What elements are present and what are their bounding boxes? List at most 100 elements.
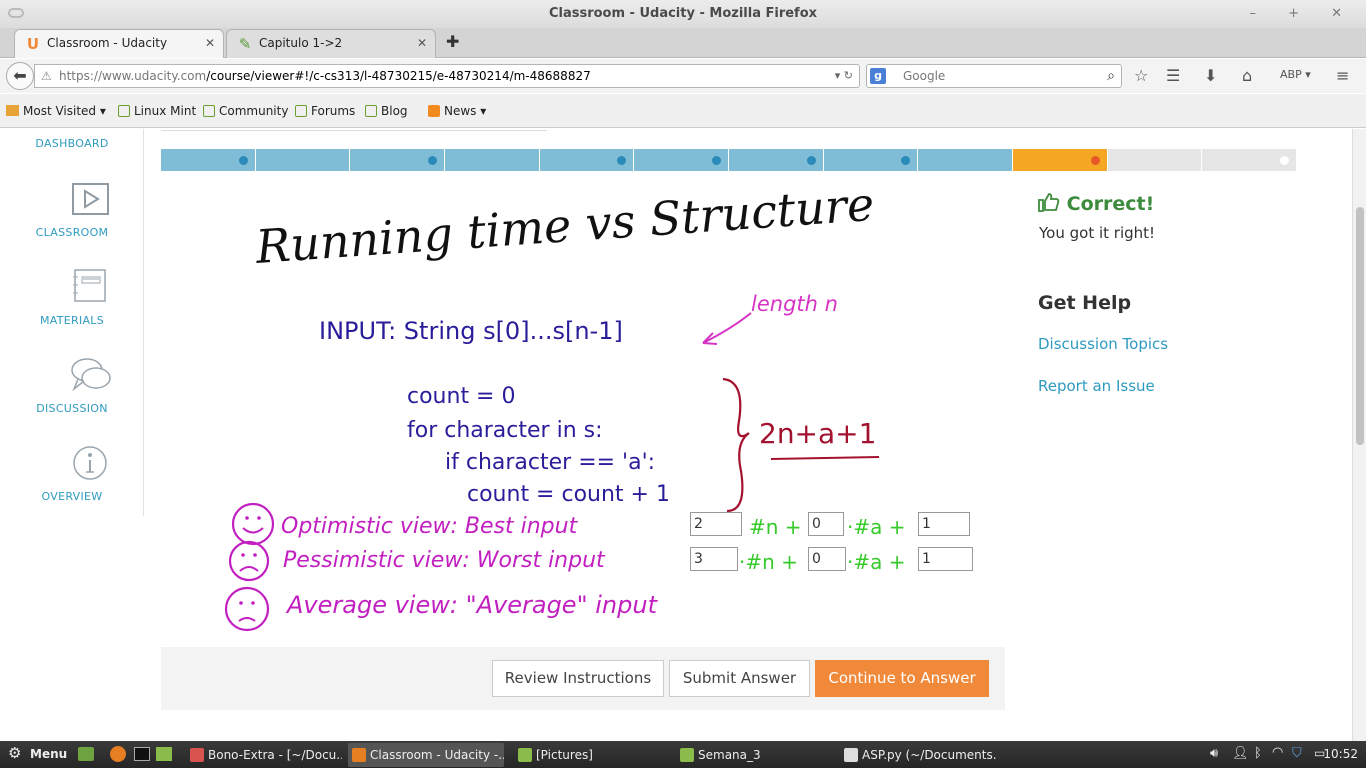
- tab-classroom-udacity[interactable]: U Classroom - Udacity ✕: [14, 29, 224, 58]
- progress-segment[interactable]: [1107, 149, 1202, 171]
- optimistic-constant-input[interactable]: [918, 512, 970, 536]
- page-content: DASHBOARD CLASSROOM MATERIALS DISCUSSION…: [0, 129, 1352, 741]
- info-icon: [73, 446, 107, 480]
- progress-dot: [1279, 156, 1289, 165]
- progress-dot: [1090, 156, 1100, 165]
- close-tab-icon[interactable]: ✕: [417, 30, 427, 57]
- continue-to-answer-button[interactable]: Continue to Answer: [815, 660, 989, 697]
- reload-icon[interactable]: ▾ ↻: [835, 65, 853, 87]
- close-tab-icon[interactable]: ✕: [205, 30, 215, 57]
- get-help-heading: Get Help: [1038, 292, 1132, 314]
- bookmark-most-visited[interactable]: Most Visited ▾: [6, 104, 106, 118]
- taskbar-window-asp-py[interactable]: ASP.py (~/Documents...: [840, 743, 996, 767]
- udacity-U-icon: U: [26, 35, 40, 53]
- sidebar-item-dashboard[interactable]: DASHBOARD: [0, 137, 144, 150]
- sidebar-item-materials[interactable]: MATERIALS: [0, 314, 144, 327]
- mint-icon: [365, 105, 377, 117]
- row2-term-n: ·#n +: [739, 550, 798, 574]
- reading-list-icon[interactable]: ☰: [1166, 66, 1180, 85]
- mint-icon: [203, 105, 215, 117]
- search-icon[interactable]: ⌕: [1107, 65, 1115, 87]
- lesson-progress-bar: [161, 149, 1297, 171]
- downloads-icon[interactable]: ⬇: [1204, 66, 1217, 85]
- menu-icon[interactable]: ≡: [1336, 66, 1349, 85]
- progress-segment[interactable]: [1013, 149, 1107, 171]
- taskbar-window-classroom[interactable]: Classroom - Udacity -...: [348, 743, 504, 767]
- optimistic-n-input[interactable]: [690, 512, 742, 536]
- tab-capitulo[interactable]: ✎ Capitulo 1->2 ✕: [226, 29, 436, 58]
- new-tab-button[interactable]: ✚: [446, 32, 459, 51]
- code-line-4: count = count + 1: [467, 482, 670, 507]
- rss-icon: [428, 105, 440, 117]
- progress-segment[interactable]: [539, 149, 634, 171]
- quiz-footer: Review Instructions Submit Answer Contin…: [161, 647, 1005, 710]
- pessimistic-n-input[interactable]: [690, 547, 738, 571]
- folder-icon: [518, 748, 532, 762]
- google-engine-icon[interactable]: g: [870, 68, 886, 84]
- adblock-icon[interactable]: ABP ▾: [1280, 68, 1311, 81]
- user-icon[interactable]: 👤︎: [1232, 746, 1249, 761]
- bookmark-star-icon[interactable]: ☆: [1134, 66, 1148, 85]
- home-icon[interactable]: ⌂: [1242, 66, 1252, 85]
- optimistic-a-input[interactable]: [808, 512, 844, 536]
- optimistic-view-label: Optimistic view: Best input: [281, 514, 579, 539]
- progress-segment[interactable]: [918, 149, 1012, 171]
- terminal-launcher-icon[interactable]: [134, 747, 150, 761]
- progress-segment[interactable]: [823, 149, 918, 171]
- url-bar[interactable]: ⚠ https://www.udacity.com/course/viewer#…: [34, 64, 860, 88]
- quiz-whiteboard: Running time vs Structure INPUT: String …: [161, 181, 1005, 647]
- pessimistic-a-input[interactable]: [808, 547, 846, 571]
- taskbar-window-pictures[interactable]: [Pictures]: [514, 743, 670, 767]
- firefox-launcher-icon[interactable]: [110, 746, 126, 762]
- taskbar-window-bono-extra[interactable]: Bono-Extra - [~/Docu...: [186, 743, 342, 767]
- window-controls[interactable]: – + ✕: [1249, 0, 1356, 28]
- review-instructions-button[interactable]: Review Instructions: [492, 660, 664, 697]
- mint-icon: [118, 105, 130, 117]
- show-desktop-icon[interactable]: [78, 747, 94, 761]
- bluetooth-icon[interactable]: ᛒ: [1254, 746, 1262, 761]
- header-divider: [161, 129, 547, 131]
- bookmark-linux-mint[interactable]: Linux Mint: [118, 104, 196, 118]
- submit-answer-button[interactable]: Submit Answer: [669, 660, 810, 697]
- tab-label: Capitulo 1->2: [259, 36, 343, 50]
- window-titlebar: Classroom - Udacity - Mozilla Firefox – …: [0, 0, 1366, 28]
- taskbar-window-semana3[interactable]: Semana_3: [676, 743, 832, 767]
- sidebar-item-overview[interactable]: OVERVIEW: [0, 490, 144, 503]
- bookmark-blog[interactable]: Blog: [365, 104, 408, 118]
- progress-dot: [806, 156, 816, 165]
- volume-icon[interactable]: 🔊︎: [1210, 746, 1218, 761]
- thumbs-up-icon: [1038, 193, 1060, 212]
- bookmark-news[interactable]: News ▾: [428, 104, 486, 118]
- sidebar-item-discussion[interactable]: DISCUSSION: [0, 402, 144, 415]
- code-line-2: for character in s:: [407, 418, 603, 443]
- progress-segment[interactable]: [634, 149, 728, 171]
- pessimistic-constant-input[interactable]: [918, 547, 973, 571]
- navigation-bar: ⬅ ⚠ https://www.udacity.com/course/viewe…: [0, 59, 1366, 93]
- site-info-icon[interactable]: ⚠: [41, 65, 52, 87]
- update-shield-icon[interactable]: ⛉: [1292, 746, 1302, 761]
- bookmark-community[interactable]: Community: [203, 104, 288, 118]
- files-launcher-icon[interactable]: [156, 747, 172, 761]
- wifi-icon[interactable]: ◠: [1272, 745, 1283, 760]
- page-scrollbar[interactable]: [1352, 129, 1366, 741]
- scrollbar-thumb[interactable]: [1356, 207, 1364, 445]
- mint-menu-icon[interactable]: ⚙: [8, 744, 21, 762]
- search-input[interactable]: g Google ⌕: [866, 64, 1122, 88]
- window-menu-icon[interactable]: [8, 8, 24, 18]
- sidebar-item-classroom[interactable]: CLASSROOM: [0, 226, 144, 239]
- report-issue-link[interactable]: Report an Issue: [1038, 377, 1155, 395]
- back-button[interactable]: ⬅: [6, 62, 34, 90]
- start-menu-button[interactable]: Menu: [30, 747, 67, 761]
- discussion-topics-link[interactable]: Discussion Topics: [1038, 335, 1168, 353]
- progress-segment[interactable]: [255, 149, 350, 171]
- progress-segment[interactable]: [445, 149, 539, 171]
- row1-term-n: #n +: [749, 515, 802, 539]
- progress-segment[interactable]: [1202, 149, 1296, 171]
- editor-icon: [190, 748, 204, 762]
- progress-segment[interactable]: [350, 149, 444, 171]
- bookmark-forums[interactable]: Forums: [295, 104, 355, 118]
- progress-segment[interactable]: [161, 149, 255, 171]
- url-path: /course/viewer#!/c-cs313/l-48730215/e-48…: [206, 69, 591, 83]
- progress-segment[interactable]: [729, 149, 823, 171]
- progress-dot: [617, 156, 627, 165]
